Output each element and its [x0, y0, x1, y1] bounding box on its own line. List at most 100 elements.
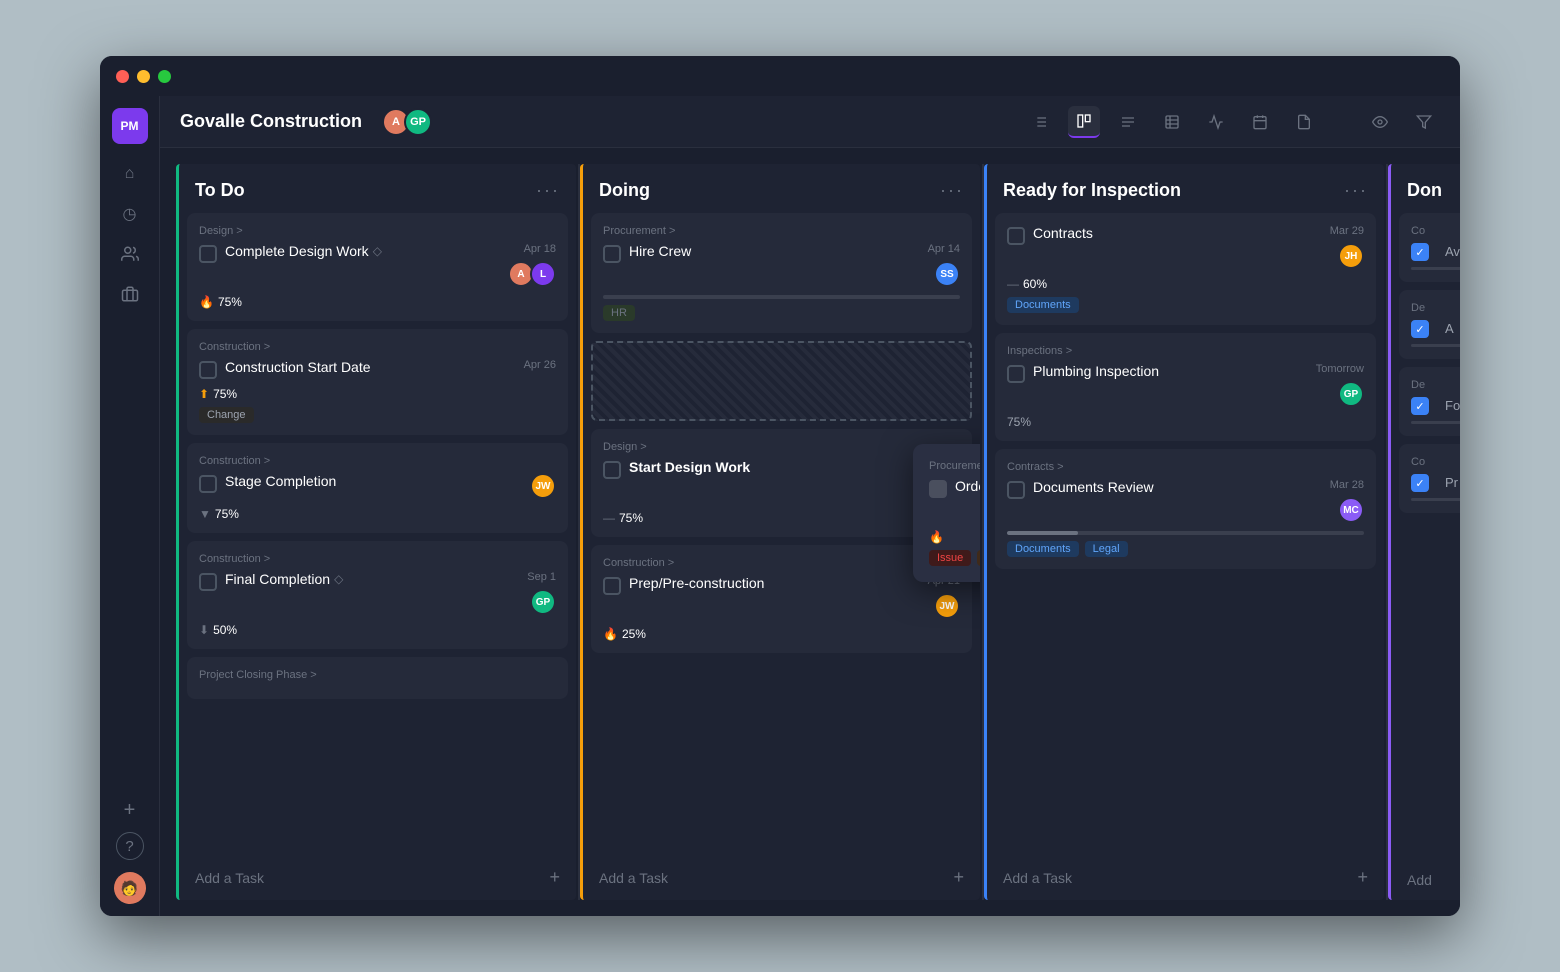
- user-avatar[interactable]: 🧑: [114, 872, 146, 904]
- sidebar-item-help[interactable]: ?: [116, 832, 144, 860]
- drag-drop-area: [591, 341, 972, 421]
- task-checkbox[interactable]: [1007, 227, 1025, 245]
- sidebar-item-users[interactable]: [112, 236, 148, 272]
- add-task-done[interactable]: Add: [1391, 860, 1460, 900]
- column-doing-menu[interactable]: ···: [940, 180, 964, 201]
- task-hire-crew[interactable]: Procurement > Hire Crew Apr 14: [591, 213, 972, 333]
- column-done-header: Don ···: [1391, 164, 1460, 213]
- maximize-button[interactable]: [158, 70, 171, 83]
- toolbar-align-icon[interactable]: [1112, 106, 1144, 138]
- task-content: Plumbing Inspection: [1033, 363, 1316, 381]
- toolbar-activity-icon[interactable]: [1200, 106, 1232, 138]
- task-meta: 75%: [1007, 415, 1364, 429]
- sidebar-item-briefcase[interactable]: [112, 276, 148, 312]
- task-checkbox[interactable]: [1007, 365, 1025, 383]
- toolbar-list-icon[interactable]: [1024, 106, 1056, 138]
- task-done-4[interactable]: Co Pr: [1399, 444, 1460, 513]
- task-date: Apr 18: [524, 243, 556, 255]
- task-priority: — 60%: [1007, 277, 1047, 291]
- task-documents-review[interactable]: Contracts > Documents Review Mar 28: [995, 449, 1376, 569]
- task-category: Project Closing Phase >: [199, 669, 556, 681]
- task-header: Plumbing Inspection Tomorrow GP: [1007, 363, 1364, 407]
- sidebar-item-add[interactable]: +: [112, 792, 148, 828]
- add-icon[interactable]: +: [1357, 867, 1368, 888]
- add-task-label: Add a Task: [1003, 870, 1072, 886]
- add-task-doing[interactable]: Add a Task +: [583, 855, 980, 900]
- task-left: Stage Completion: [199, 473, 530, 493]
- task-header: A: [1411, 318, 1460, 338]
- toolbar-avatar-2[interactable]: GP: [404, 108, 432, 136]
- task-stage-completion[interactable]: Construction > Stage Completion JW: [187, 443, 568, 533]
- task-plumbing-inspection[interactable]: Inspections > Plumbing Inspection Tomor: [995, 333, 1376, 441]
- task-left: Hire Crew: [603, 243, 928, 263]
- add-icon[interactable]: +: [549, 867, 560, 888]
- priority-value: 75%: [218, 295, 242, 309]
- task-contracts[interactable]: Contracts Mar 29 JH —: [995, 213, 1376, 325]
- task-checkbox[interactable]: [603, 245, 621, 263]
- column-todo: To Do ··· Design >: [176, 164, 576, 900]
- dash-icon: —: [603, 511, 615, 525]
- task-meta: 🔥 25%: [603, 627, 960, 641]
- task-title: A: [1445, 321, 1454, 336]
- task-title: Construction Start Date: [225, 359, 371, 375]
- popup-checkbox[interactable]: [929, 480, 947, 498]
- toolbar-filter-icon[interactable]: [1408, 106, 1440, 138]
- toolbar-eye-icon[interactable]: [1364, 106, 1396, 138]
- task-tags: Documents: [1007, 297, 1364, 313]
- column-doing: Doing ··· Procurement > Hire Crew: [580, 164, 980, 900]
- task-complete-design-work[interactable]: Design > Complete Design Work ◇: [187, 213, 568, 321]
- tag-documents: Documents: [1007, 541, 1079, 557]
- add-icon[interactable]: +: [953, 867, 964, 888]
- task-construction-start-date[interactable]: Construction > Construction Start Date: [187, 329, 568, 435]
- add-task-todo[interactable]: Add a Task +: [179, 855, 576, 900]
- task-done-3[interactable]: De Fo: [1399, 367, 1460, 436]
- toolbar-table-icon[interactable]: [1156, 106, 1188, 138]
- add-task-ready[interactable]: Add a Task +: [987, 855, 1384, 900]
- task-avatar: JW: [530, 473, 556, 499]
- task-checkbox[interactable]: [1411, 474, 1429, 492]
- task-progress-fill: [1007, 531, 1078, 535]
- task-tags: Documents Legal: [1007, 541, 1364, 557]
- task-priority: — 75%: [603, 511, 643, 525]
- task-done-2[interactable]: De A: [1399, 290, 1460, 359]
- task-final-completion[interactable]: Construction > Final Completion ◇: [187, 541, 568, 649]
- task-checkbox[interactable]: [603, 577, 621, 595]
- column-ready-menu[interactable]: ···: [1344, 180, 1368, 201]
- task-title: Plumbing Inspection: [1033, 363, 1159, 379]
- task-checkbox[interactable]: [603, 461, 621, 479]
- toolbar-board-icon[interactable]: [1068, 106, 1100, 138]
- fire-icon: 🔥: [603, 627, 618, 641]
- minimize-button[interactable]: [137, 70, 150, 83]
- task-done-1[interactable]: Co Av: [1399, 213, 1460, 282]
- task-category: Construction >: [199, 341, 556, 353]
- task-category: Inspections >: [1007, 345, 1364, 357]
- task-date: Apr 26: [524, 359, 556, 371]
- toolbar-calendar-icon[interactable]: [1244, 106, 1276, 138]
- task-checkbox[interactable]: [1007, 481, 1025, 499]
- column-todo-menu[interactable]: ···: [536, 180, 560, 201]
- sidebar-item-home[interactable]: ⌂: [112, 156, 148, 192]
- task-date: Mar 28: [1330, 479, 1364, 491]
- popup-order-equipment[interactable]: Procurement > Order Equipment Apr 19 SS: [913, 444, 980, 582]
- task-checkbox[interactable]: [199, 245, 217, 263]
- close-button[interactable]: [116, 70, 129, 83]
- task-header: Start Design Work Apr 15 JL: [603, 459, 960, 503]
- app-logo[interactable]: PM: [112, 108, 148, 144]
- task-category: Contracts >: [1007, 461, 1364, 473]
- task-priority: 🔥 25%: [603, 627, 646, 641]
- task-checkbox[interactable]: [1411, 243, 1429, 261]
- task-checkbox[interactable]: [199, 573, 217, 591]
- task-checkbox[interactable]: [199, 361, 217, 379]
- tag-hr: HR: [603, 305, 635, 321]
- task-right: Tomorrow GP: [1316, 363, 1364, 407]
- task-checkbox[interactable]: [1411, 397, 1429, 415]
- task-checkbox[interactable]: [1411, 320, 1429, 338]
- task-content: Documents Review: [1033, 479, 1330, 497]
- task-right: Apr 26: [524, 359, 556, 371]
- sidebar-item-clock[interactable]: ◷: [112, 196, 148, 232]
- task-header: Contracts Mar 29 JH: [1007, 225, 1364, 269]
- toolbar-file-icon[interactable]: [1288, 106, 1320, 138]
- task-title: Documents Review: [1033, 479, 1154, 495]
- task-project-closing[interactable]: Project Closing Phase >: [187, 657, 568, 699]
- task-checkbox[interactable]: [199, 475, 217, 493]
